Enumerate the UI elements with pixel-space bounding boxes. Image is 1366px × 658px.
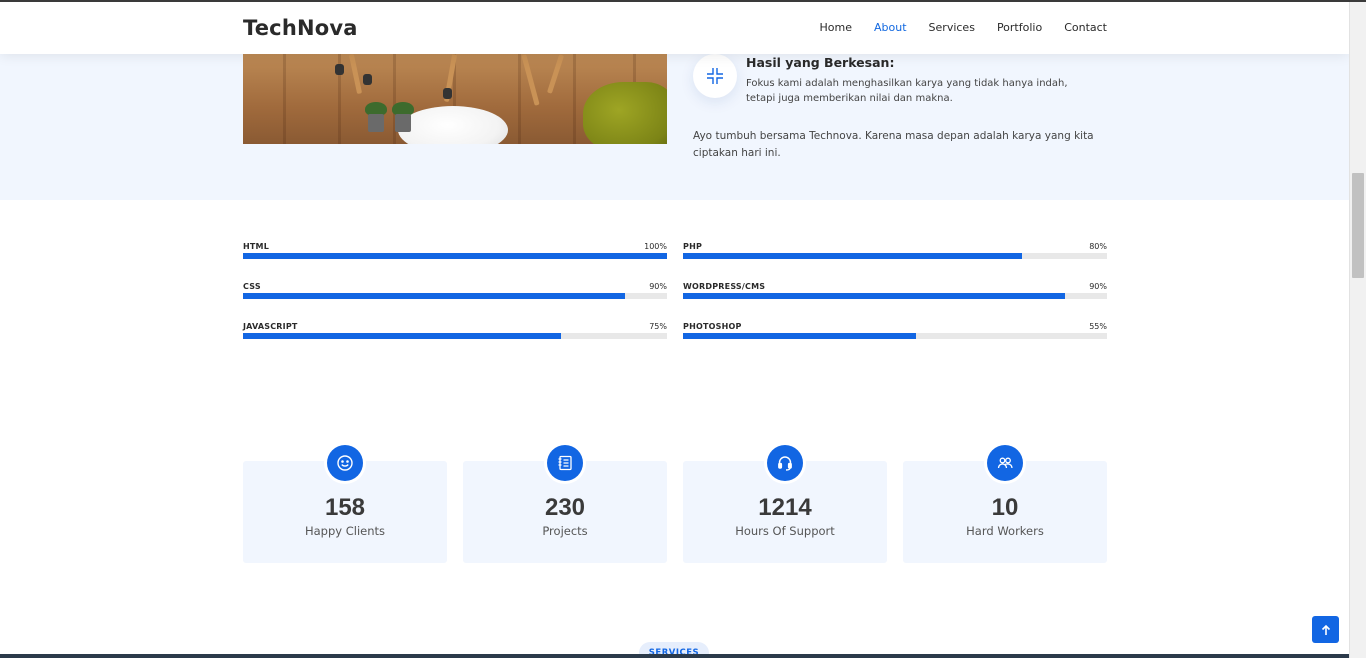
nav-home[interactable]: Home [820, 21, 852, 34]
skill-value: 100% [644, 242, 667, 251]
page-scrollbar[interactable] [1349, 0, 1366, 658]
office-photo [243, 54, 667, 144]
site-header: TechNova Home About Services Portfolio C… [0, 2, 1349, 54]
skill-fill [683, 333, 917, 339]
skill-value: 90% [1089, 282, 1107, 291]
site-logo[interactable]: TechNova [243, 16, 358, 40]
skill-label: JAVASCRIPT [243, 322, 298, 331]
skill-fill [243, 293, 625, 299]
skill-bar: HTML 100% [243, 242, 667, 262]
skill-value: 80% [1089, 242, 1107, 251]
about-paragraph: Ayo tumbuh bersama Technova. Karena masa… [693, 130, 1094, 159]
skill-fill [683, 293, 1065, 299]
skill-bar: PHOTOSHOP 55% [683, 322, 1107, 342]
people-icon [987, 445, 1023, 481]
stat-number: 230 [544, 494, 586, 521]
skill-fill [243, 253, 667, 259]
skill-bar: WORDPRESS/CMS 90% [683, 282, 1107, 302]
stat-label: Happy Clients [304, 524, 386, 538]
arrow-up-icon [1321, 624, 1330, 635]
skill-track [243, 253, 667, 259]
taskbar-edge [0, 654, 1349, 658]
skill-track [243, 333, 667, 339]
journal-icon [547, 445, 583, 481]
feature-title: Hasil yang Berkesan: [746, 55, 895, 70]
nav-portfolio[interactable]: Portfolio [997, 21, 1042, 34]
feature-description: Fokus kami adalah menghasilkan karya yan… [746, 78, 1068, 104]
nav-about[interactable]: About [874, 21, 907, 34]
stat-card-hard-workers: 10 Hard Workers [903, 445, 1107, 563]
skill-label: PHOTOSHOP [683, 322, 742, 331]
skill-bar: PHP 80% [683, 242, 1107, 262]
back-to-top-button[interactable] [1312, 616, 1339, 643]
skill-track [683, 293, 1107, 299]
skill-value: 75% [649, 322, 667, 331]
headset-icon [767, 445, 803, 481]
stat-number: 1214 [758, 494, 812, 521]
stat-label: Projects [542, 524, 588, 538]
stat-card-projects: 230 Projects [463, 445, 667, 563]
skill-label: PHP [683, 242, 703, 251]
nav-services[interactable]: Services [929, 21, 975, 34]
smile-icon [327, 445, 363, 481]
skill-fill [243, 333, 561, 339]
stat-label: Hours Of Support [735, 524, 835, 538]
skill-track [243, 293, 667, 299]
skill-label: WORDPRESS/CMS [683, 282, 766, 291]
skill-bar: CSS 90% [243, 282, 667, 302]
stat-card-hours-support: 1214 Hours Of Support [683, 445, 887, 563]
skill-label: CSS [243, 282, 261, 291]
skill-value: 90% [649, 282, 667, 291]
skill-bar: JAVASCRIPT 75% [243, 322, 667, 342]
skill-label: HTML [243, 242, 270, 251]
skill-track [683, 333, 1107, 339]
window-top-border [0, 0, 1366, 2]
stat-number: 158 [324, 494, 366, 521]
scrollbar-thumb[interactable] [1352, 173, 1364, 278]
main-nav: Home About Services Portfolio Contact [798, 21, 1107, 34]
nav-contact[interactable]: Contact [1064, 21, 1107, 34]
skill-value: 55% [1089, 322, 1107, 331]
compress-arrows-icon [693, 54, 737, 98]
skill-track [683, 253, 1107, 259]
skill-fill [683, 253, 1023, 259]
stat-card-happy-clients: 158 Happy Clients [243, 445, 447, 563]
stat-label: Hard Workers [966, 524, 1044, 538]
stat-number: 10 [991, 494, 1019, 521]
